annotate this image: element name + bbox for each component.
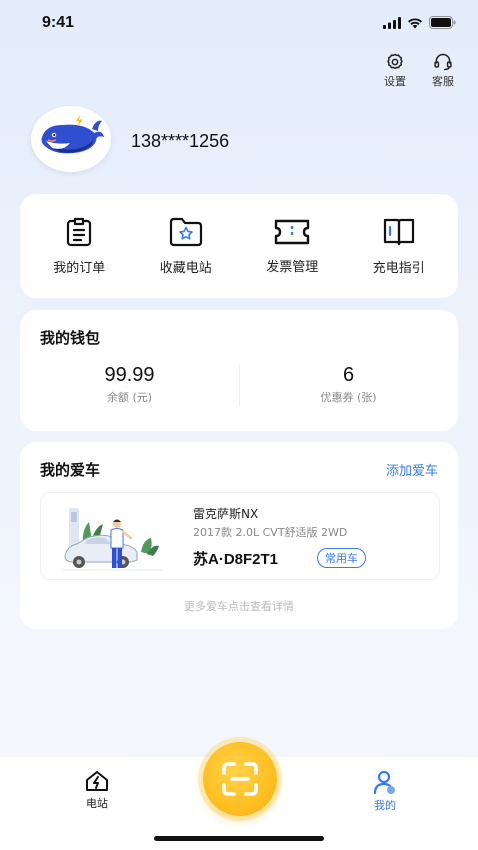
tab-station-label: 电站 [86, 797, 108, 810]
status-bar: 9:41 [0, 0, 478, 46]
my-car-card: 我的爱车 添加爱车 雷克萨斯NX 2017款 2.0L CVT舒适版 2WD 苏 [20, 442, 458, 629]
wallet-title: 我的钱包 [40, 329, 101, 347]
signal-icon [383, 16, 401, 29]
balance-value: 99.99 [104, 364, 155, 386]
menu-label-invoice: 发票管理 [266, 260, 319, 275]
settings-button[interactable]: 设置 [380, 52, 410, 89]
status-time: 9:41 [42, 14, 75, 31]
menu-item-guide[interactable]: 充电指引 [354, 216, 444, 276]
home-indicator [154, 836, 324, 841]
gear-icon [387, 53, 403, 70]
car-list-item[interactable]: 雷克萨斯NX 2017款 2.0L CVT舒适版 2WD 苏A·D8F2T1 常… [40, 492, 440, 580]
status-icons [383, 16, 456, 29]
scan-button[interactable] [203, 742, 277, 816]
menu-label-favorites: 收藏电站 [159, 261, 212, 276]
tab-mine[interactable]: 我的 [355, 769, 415, 813]
car-model: 雷克萨斯NX [193, 507, 259, 521]
menu-item-invoice[interactable]: 发票管理 [247, 217, 337, 275]
car-spec: 2017款 2.0L CVT舒适版 2WD [193, 526, 348, 539]
top-actions: 设置 客服 [380, 52, 458, 89]
tab-mine-label: 我的 [374, 799, 396, 812]
menu-item-favorites[interactable]: 收藏电站 [141, 216, 231, 276]
wallet-coupons[interactable]: 6 优惠券 (张) [239, 364, 458, 405]
menu-label-orders: 我的订单 [53, 261, 106, 276]
coupon-label: 优惠券 (张) [320, 391, 377, 404]
wallet-balance[interactable]: 99.99 余额 (元) [20, 364, 239, 405]
car-section-title: 我的爱车 [40, 461, 101, 479]
tab-station[interactable]: 电站 [67, 769, 127, 811]
scan-icon [222, 762, 258, 796]
wallet-card: 我的钱包 99.99 余额 (元) 6 优惠券 (张) [20, 310, 458, 431]
quick-menu-card: 我的订单 收藏电站 发票管理 充电指引 [20, 194, 458, 298]
user-icon [373, 770, 395, 795]
menu-label-guide: 充电指引 [372, 261, 425, 276]
settings-label: 设置 [384, 75, 406, 88]
add-car-link[interactable]: 添加爱车 [386, 460, 438, 479]
wifi-icon [408, 17, 422, 28]
invoice-icon [275, 219, 310, 245]
menu-item-orders[interactable]: 我的订单 [34, 216, 124, 276]
charging-station-icon [86, 771, 108, 791]
default-car-badge: 常用车 [317, 548, 366, 568]
guide-icon [383, 218, 414, 246]
service-label: 客服 [432, 75, 454, 88]
battery-icon [429, 16, 456, 29]
car-illustration-icon [63, 508, 163, 571]
customer-service-button[interactable]: 客服 [428, 52, 458, 89]
coupon-value: 6 [342, 364, 355, 386]
car-plate: 苏A·D8F2T1 [193, 551, 279, 568]
favorite-station-icon [169, 217, 202, 247]
balance-label: 余额 (元) [106, 391, 153, 404]
headset-icon [434, 53, 452, 71]
whale-mascot-icon [41, 115, 104, 154]
avatar[interactable] [31, 106, 111, 172]
user-phone: 138****1256 [131, 131, 230, 151]
order-icon [67, 217, 92, 247]
more-cars-hint[interactable]: 更多爱车点击查看详情 [20, 598, 458, 614]
